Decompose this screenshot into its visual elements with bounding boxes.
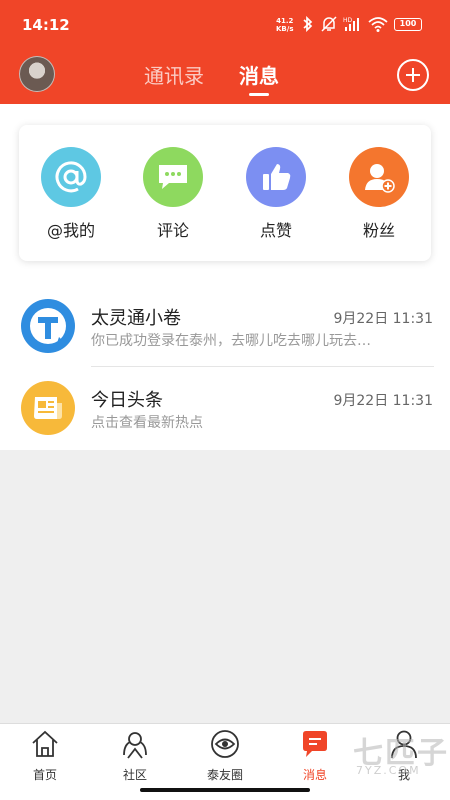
message-time: 9月22日 11:31 <box>333 311 433 327</box>
tab-messages[interactable]: 消息 <box>239 60 279 89</box>
mute-bell-icon <box>321 16 337 32</box>
message-title: 太灵通小卷 <box>91 308 181 329</box>
add-button[interactable] <box>397 59 429 91</box>
t-logo-icon <box>21 299 75 353</box>
community-icon <box>123 732 147 759</box>
message-preview: 点击查看最新热点 <box>91 415 203 431</box>
nav-label: 泰友圈 <box>206 768 243 782</box>
quick-action-label: 粉丝 <box>362 221 395 240</box>
message-icon <box>303 731 327 757</box>
quick-action-comment[interactable]: 评论 <box>133 147 213 241</box>
svg-text:HD: HD <box>343 17 353 24</box>
comment-icon <box>143 147 203 207</box>
newspaper-icon <box>21 381 75 435</box>
divider <box>91 366 434 367</box>
network-speed: 41.2 KB/s <box>276 17 293 33</box>
quick-action-like[interactable]: 点赞 <box>236 147 316 241</box>
status-bar: 14:12 41.2 KB/s HD 100 <box>0 0 450 50</box>
watermark-url: 7YZ.COM <box>356 764 421 777</box>
nav-item-messages[interactable]: 消息 <box>283 729 347 783</box>
message-row[interactable]: 今日头条 9月22日 11:31 点击查看最新热点 <box>0 368 450 448</box>
quick-action-label: 点赞 <box>259 221 292 240</box>
nav-label: 社区 <box>122 768 147 782</box>
circle-eye-icon <box>211 730 239 758</box>
battery-icon: 100 <box>394 18 422 31</box>
quick-action-at-me[interactable]: @我的 <box>31 147 111 241</box>
status-time: 14:12 <box>22 16 70 34</box>
home-icon <box>32 730 58 757</box>
tab-contacts[interactable]: 通讯录 <box>144 60 204 89</box>
message-title: 今日头条 <box>91 390 163 411</box>
nav-item-home[interactable]: 首页 <box>13 729 77 783</box>
nav-item-community[interactable]: 社区 <box>103 729 167 783</box>
nav-item-friends-circle[interactable]: 泰友圈 <box>193 729 257 783</box>
network-speed-unit: KB/s <box>276 25 294 33</box>
nav-label: 消息 <box>302 768 327 782</box>
message-row[interactable]: 太灵通小卷 9月22日 11:31 你已成功登录在泰州，去哪儿吃去哪儿玩去看看吧 <box>0 286 450 366</box>
message-preview: 你已成功登录在泰州，去哪儿吃去哪儿玩去看看吧 <box>91 333 381 349</box>
thumbs-up-icon <box>246 147 306 207</box>
at-icon <box>41 147 101 207</box>
quick-actions-card: @我的 评论 点赞 粉丝 <box>19 125 431 261</box>
active-tab-indicator <box>249 93 269 96</box>
message-time: 9月22日 11:31 <box>333 393 433 409</box>
network-speed-value: 41.2 <box>276 17 294 25</box>
header-tabs: 通讯录 消息 <box>0 60 450 96</box>
signal-icon: HD <box>343 17 359 31</box>
quick-action-label: @我的 <box>46 221 95 240</box>
quick-action-fans[interactable]: 粉丝 <box>339 147 419 241</box>
wifi-icon <box>368 17 388 32</box>
app-header: 14:12 41.2 KB/s HD 100 通讯录 消息 <box>0 0 450 104</box>
bluetooth-icon <box>303 16 313 32</box>
quick-action-label: 评论 <box>156 221 189 240</box>
home-indicator[interactable] <box>140 788 310 792</box>
nav-label: 首页 <box>32 768 57 782</box>
add-user-icon <box>349 147 409 207</box>
